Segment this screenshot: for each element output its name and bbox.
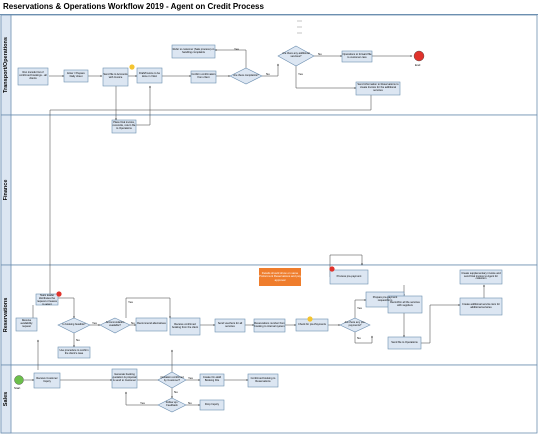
edge-label-no-7: No	[188, 401, 192, 405]
node-s2: Generate booking quotation & proposal & …	[112, 373, 137, 382]
node-r7: Receive confirmed booking from the clien…	[171, 322, 199, 329]
node-end: End	[415, 63, 421, 67]
node-f1: Create supplementary invoice and send fi…	[461, 271, 501, 281]
node-s5: Confirmed booking to Reservations	[250, 376, 276, 383]
edge-label-no-4: No	[131, 321, 135, 325]
node-s1: Receive Customer Inquiry	[36, 376, 58, 383]
check-marker-1	[129, 64, 135, 70]
node-t8: Are there any additional services?	[282, 52, 310, 58]
lane-finance	[0, 114, 538, 266]
start-marker	[14, 375, 24, 385]
end-marker	[413, 50, 425, 62]
node-r11: Are there any pre-payments?	[344, 321, 366, 327]
node-t7: Are there complaints?	[233, 73, 259, 77]
node-r9: Reservations number from booking to inte…	[254, 321, 285, 328]
node-s6: Follow up / Feedback	[165, 401, 179, 407]
swimlane-diagram	[0, 14, 538, 434]
node-t5: Confirm confirmation from client	[191, 73, 216, 79]
edge-label-yes-1: Yes	[234, 47, 239, 51]
node-start: Start	[14, 386, 21, 390]
lane-transport	[0, 14, 538, 116]
node-t11: Send information to Reservations to crea…	[357, 83, 399, 92]
lane-label-finance: Finance	[3, 179, 9, 201]
node-s3: Quotation confirmed by Customer?	[160, 376, 184, 382]
lane-label-sales: Sales	[3, 391, 9, 407]
edge-label-no-1: No	[266, 72, 270, 76]
edge-label-yes-3: Yes	[92, 321, 97, 325]
node-r10: Check for pre-Payments	[298, 322, 326, 326]
node-t2: Enter / Prepare Daily sheet	[67, 72, 85, 78]
node-r8: Send vouchers for all services	[217, 321, 243, 328]
highlight-note: Details should show on same Proforma & R…	[259, 268, 301, 286]
node-r2: Receive availability request	[20, 319, 33, 328]
edge-label-no-3: No	[76, 338, 80, 342]
node-r12: Process pre-payment	[336, 274, 362, 278]
edge-label-no-2: No	[318, 52, 322, 56]
node-t1: Run transfer list of confirmed bookings …	[19, 71, 47, 80]
node-t9: Operations to forward file to customer c…	[342, 52, 372, 59]
node-s7: Drop Inquiry	[204, 402, 220, 406]
edge-label-no-5: No	[357, 336, 361, 340]
edge-label-yes-4: Yes	[128, 300, 133, 304]
lane-label-transport: Transport/Operations	[3, 37, 9, 93]
edge-label-no-6: No	[174, 390, 178, 394]
node-t12: Place final invoice, reconcile, return f…	[112, 121, 136, 130]
node-r15: Send file to Operations	[391, 340, 418, 344]
node-t6: Refer to customer (Sale process) on hand…	[172, 47, 215, 54]
node-r1: Reservations Team leader distributes the…	[37, 294, 57, 305]
node-r5: Accommodation available?	[105, 321, 125, 327]
node-s4: Create On-Hold Booking File	[202, 376, 222, 382]
node-t3: Send file to Accounts with Invoice	[103, 73, 128, 79]
node-f2: Create additional service item for addit…	[462, 302, 500, 309]
edge-label-yes-7: Yes	[140, 401, 145, 405]
edge-label-yes-2: Yes	[298, 72, 303, 76]
node-r14: Reconfirm all the services with supplier…	[390, 300, 420, 307]
node-r6: Recommend alternatives	[137, 322, 166, 326]
lane-label-reservations: Reservations	[3, 297, 9, 333]
node-t4: Draft/Invoice to be done in Vdoc	[138, 71, 161, 78]
node-r3: Is booking feasible?	[62, 322, 86, 326]
edge-label-yes-5: Yes	[357, 306, 362, 310]
node-r4: Use procedure to confirm the client's ca…	[59, 348, 89, 355]
edge-label-yes-6: Yes	[188, 376, 193, 380]
